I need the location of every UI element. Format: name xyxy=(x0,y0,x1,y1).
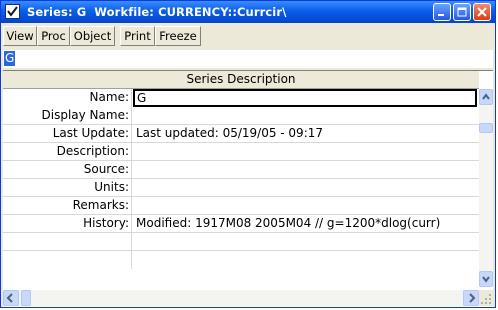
table-row[interactable]: Remarks: xyxy=(3,197,479,215)
row-value[interactable]: Last updated: 05/19/05 - 09:17 xyxy=(133,125,477,143)
object-button[interactable]: Object xyxy=(70,26,115,46)
row-value[interactable] xyxy=(133,143,477,161)
row-label: Name: xyxy=(89,90,129,104)
row-value[interactable] xyxy=(133,197,477,215)
close-button[interactable] xyxy=(473,3,491,21)
row-value[interactable] xyxy=(133,107,477,125)
name-cell[interactable]: G xyxy=(133,89,477,107)
row-label: History: xyxy=(83,216,129,230)
row-label: Remarks: xyxy=(72,198,129,212)
cell-edit-field[interactable]: G xyxy=(3,50,493,68)
view-button[interactable]: View xyxy=(3,26,37,46)
column-divider xyxy=(131,251,132,269)
window-title: Series: G Workfile: CURRENCY::Currcir\ xyxy=(27,5,286,19)
workfile-title: Workfile: CURRENCY::Currcir\ xyxy=(94,5,287,19)
scroll-up-button[interactable] xyxy=(479,89,493,105)
row-value[interactable] xyxy=(133,179,477,197)
chevron-left-icon xyxy=(6,293,13,303)
series-title: Series: G xyxy=(27,5,87,19)
row-value[interactable] xyxy=(133,161,477,179)
table-row[interactable]: Last Update: Last updated: 05/19/05 - 09… xyxy=(3,125,479,143)
freeze-button[interactable]: Freeze xyxy=(155,26,201,46)
row-label: Display Name: xyxy=(41,108,130,122)
checkmark-window-icon xyxy=(5,4,20,19)
row-value[interactable] xyxy=(133,233,477,251)
vertical-scrollbar[interactable] xyxy=(479,89,493,287)
table-row[interactable]: Description: xyxy=(3,143,479,161)
column-divider xyxy=(131,161,132,179)
resize-grip[interactable] xyxy=(479,290,493,306)
row-label: Last Update: xyxy=(52,126,129,140)
chevron-down-icon xyxy=(482,276,490,283)
table-row[interactable] xyxy=(3,251,479,269)
maximize-icon xyxy=(457,7,467,17)
minimize-icon xyxy=(438,14,444,16)
chevron-up-icon xyxy=(482,93,490,100)
minimize-button[interactable] xyxy=(433,3,451,21)
row-value[interactable] xyxy=(133,251,477,269)
proc-button[interactable]: Proc xyxy=(37,26,70,46)
description-grid: Series Description Name: G Display Name:… xyxy=(3,70,493,307)
column-divider xyxy=(131,179,132,197)
column-divider xyxy=(131,89,132,107)
scroll-left-button[interactable] xyxy=(3,290,19,306)
resize-grip-icon xyxy=(481,294,491,304)
toolbar: View Proc Object Print Freeze xyxy=(3,26,493,48)
row-label: Units: xyxy=(94,180,129,194)
print-button[interactable]: Print xyxy=(120,26,155,46)
row-value[interactable]: Modified: 1917M08 2005M04 // g=1200*dlog… xyxy=(133,215,477,233)
column-divider xyxy=(131,197,132,215)
table-row[interactable]: Display Name: xyxy=(3,107,479,125)
close-icon xyxy=(477,7,487,17)
grid-header: Series Description xyxy=(3,71,479,89)
column-divider xyxy=(131,143,132,161)
horizontal-scroll-thumb[interactable] xyxy=(21,290,31,306)
column-divider xyxy=(131,125,132,143)
vertical-scroll-thumb[interactable] xyxy=(479,123,493,133)
cell-edit-value: G xyxy=(4,51,16,66)
horizontal-scrollbar[interactable] xyxy=(3,290,479,306)
row-label xyxy=(3,251,129,269)
row-label xyxy=(3,233,129,251)
column-divider xyxy=(131,215,132,233)
chevron-right-icon xyxy=(469,293,476,303)
row-label: Description: xyxy=(56,144,129,158)
row-label: Source: xyxy=(83,162,129,176)
column-divider xyxy=(131,233,132,251)
table-row[interactable]: History: Modified: 1917M08 2005M04 // g=… xyxy=(3,215,479,233)
maximize-button[interactable] xyxy=(453,3,471,21)
column-divider xyxy=(131,107,132,125)
table-row[interactable]: Source: xyxy=(3,161,479,179)
table-row[interactable]: Name: G xyxy=(3,89,479,107)
title-bar[interactable]: Series: G Workfile: CURRENCY::Currcir\ xyxy=(1,1,495,23)
scroll-down-button[interactable] xyxy=(479,271,493,287)
series-window: Series: G Workfile: CURRENCY::Currcir\ Vi… xyxy=(0,0,496,308)
table-row[interactable]: Units: xyxy=(3,179,479,197)
scroll-right-button[interactable] xyxy=(463,290,479,306)
table-row[interactable] xyxy=(3,233,479,251)
